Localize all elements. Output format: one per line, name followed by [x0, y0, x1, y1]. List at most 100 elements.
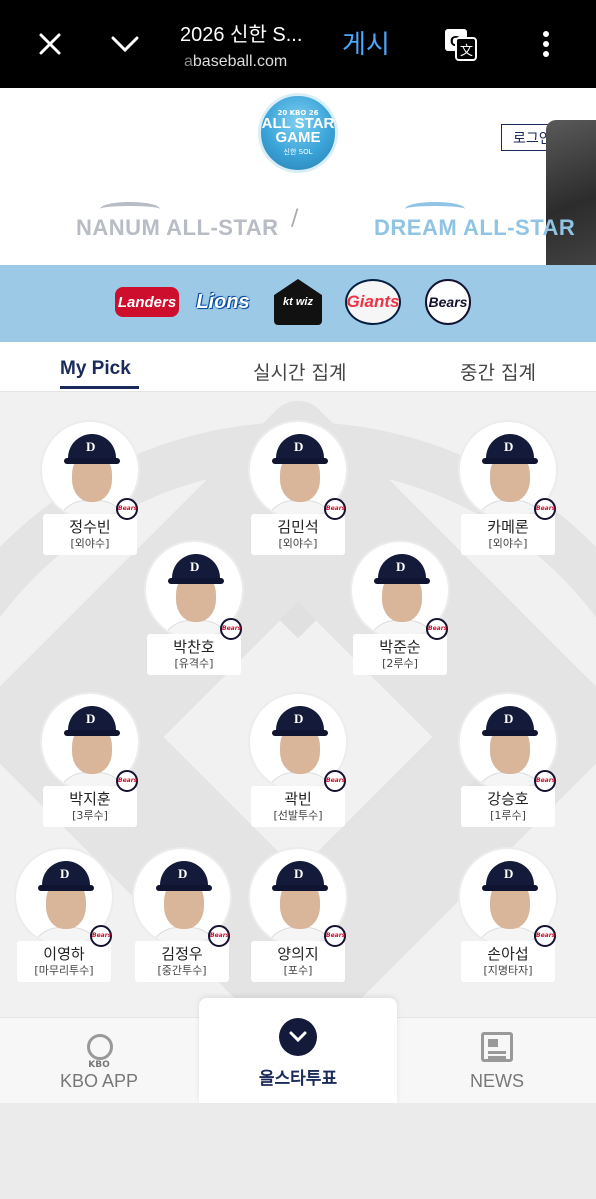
- player-position: [2루수]: [382, 657, 418, 670]
- team-badge-icon: Bears: [116, 498, 138, 520]
- team-logo-ssg[interactable]: Landers: [115, 287, 179, 317]
- cap-brim: [482, 458, 538, 464]
- tab-my-pick[interactable]: My Pick: [60, 358, 131, 380]
- player-position: [외야수]: [278, 537, 318, 550]
- player-position: [1루수]: [490, 809, 526, 822]
- kbo-logo-icon: [87, 1034, 113, 1060]
- player-namecard: 양의지 [포수]: [251, 941, 345, 982]
- translate-icon[interactable]: G文: [442, 26, 478, 62]
- player-position: [지명타자]: [483, 964, 533, 977]
- player-name: 정수빈: [69, 518, 111, 536]
- player-namecard: 김정우 [중간투수]: [135, 941, 229, 982]
- player-card[interactable]: Bears카메론[외야수]: [456, 420, 560, 555]
- player-namecard: 박찬호 [유격수]: [147, 634, 241, 675]
- dream-swoosh-icon: [405, 202, 465, 216]
- player-name: 곽빈: [284, 790, 312, 808]
- player-namecard: 손아섭 [지명타자]: [461, 941, 555, 982]
- page-bottom-area: [0, 1103, 596, 1199]
- team-logo-strip: Landers Lions kt wiz Giants Bears: [0, 265, 596, 342]
- player-card[interactable]: Bears박지훈[3루수]: [38, 692, 142, 827]
- team-badge-icon: Bears: [534, 498, 556, 520]
- newspaper-icon: [481, 1032, 513, 1062]
- player-namecard: 정수빈 [외야수]: [43, 514, 137, 555]
- player-namecard: 곽빈 [선발투수]: [251, 786, 345, 827]
- player-namecard: 강승호 [1루수]: [461, 786, 555, 827]
- post-action-button[interactable]: 게시: [342, 24, 390, 61]
- player-card[interactable]: Bears김민석[외야수]: [246, 420, 350, 555]
- nav-allstar-vote[interactable]: 올스타투표: [199, 998, 397, 1104]
- page-title: 2026 신한 S...: [180, 24, 303, 46]
- player-card[interactable]: Bears손아섭[지명타자]: [456, 847, 560, 982]
- nanum-allstar-label[interactable]: NANUM ALL-STAR: [76, 215, 279, 241]
- player-position: [마무리투수]: [34, 964, 94, 977]
- player-card[interactable]: Bears이영하[마무리투수]: [12, 847, 116, 982]
- team-badge-icon: Bears: [90, 925, 112, 947]
- player-position: [유격수]: [174, 657, 214, 670]
- allstar-header: 20 KBO 26 ALL STAR GAME 신한 SOL 로그인 NANUM…: [0, 88, 596, 265]
- team-badge-icon: Bears: [324, 498, 346, 520]
- player-position: [포수]: [283, 964, 313, 977]
- cap-brim: [374, 578, 430, 584]
- team-logo-giants[interactable]: Giants: [345, 279, 401, 325]
- svg-text:文: 文: [460, 43, 473, 58]
- team-logo-kt[interactable]: kt wiz: [274, 279, 322, 325]
- player-name: 카메론: [487, 518, 529, 536]
- player-card[interactable]: Bears정수빈[외야수]: [38, 420, 142, 555]
- cap-brim: [482, 730, 538, 736]
- cap-brim: [156, 885, 212, 891]
- player-card[interactable]: Bears강승호[1루수]: [456, 692, 560, 827]
- player-namecard: 카메론 [외야수]: [461, 514, 555, 555]
- player-name: 양의지: [277, 945, 319, 963]
- page-url: abaseball.com: [184, 53, 288, 70]
- player-position: [중간투수]: [157, 964, 207, 977]
- tab-live-count[interactable]: 실시간 집계: [253, 358, 346, 385]
- cap-brim: [64, 730, 120, 736]
- cap-brim: [272, 458, 328, 464]
- team-badge-icon: Bears: [324, 770, 346, 792]
- cap-brim: [482, 885, 538, 891]
- team-badge-icon: Bears: [116, 770, 138, 792]
- player-position: [3루수]: [72, 809, 108, 822]
- cap-brim: [168, 578, 224, 584]
- team-badge-icon: Bears: [534, 925, 556, 947]
- player-card[interactable]: Bears양의지[포수]: [246, 847, 350, 982]
- nav-kbo-app[interactable]: KBO KBO APP: [0, 1018, 198, 1104]
- player-position: [외야수]: [70, 537, 110, 550]
- player-card[interactable]: Bears김정우[중간투수]: [130, 847, 234, 982]
- player-namecard: 박지훈 [3루수]: [43, 786, 137, 827]
- cap-brim: [272, 885, 328, 891]
- chevron-down-icon[interactable]: [107, 26, 143, 62]
- lineup-field: Bears정수빈[외야수]Bears김민석[외야수]Bears카메론[외야수]B…: [0, 392, 596, 1017]
- team-logo-bears[interactable]: Bears: [425, 279, 471, 325]
- player-name: 김정우: [161, 945, 203, 963]
- nav-news[interactable]: NEWS: [398, 1018, 596, 1104]
- player-card[interactable]: Bears박찬호[유격수]: [142, 540, 246, 675]
- player-name: 박지훈: [69, 790, 111, 808]
- floating-video-thumbnail[interactable]: [546, 120, 596, 265]
- team-badge-icon: Bears: [220, 618, 242, 640]
- browser-toolbar: 2026 신한 S... abaseball.com 게시 G文: [0, 0, 596, 88]
- player-name: 김민석: [277, 518, 319, 536]
- player-name: 박준순: [379, 638, 421, 656]
- team-badge-icon: Bears: [208, 925, 230, 947]
- active-tab-indicator: [60, 386, 139, 389]
- player-name: 손아섭: [487, 945, 529, 963]
- more-vert-icon[interactable]: [528, 26, 564, 62]
- team-badge-icon: Bears: [324, 925, 346, 947]
- player-name: 강승호: [487, 790, 529, 808]
- player-namecard: 김민석 [외야수]: [251, 514, 345, 555]
- chevron-down-icon: [279, 1018, 317, 1056]
- tab-interim-count[interactable]: 중간 집계: [460, 358, 536, 385]
- dream-allstar-label[interactable]: DREAM ALL-STAR: [374, 215, 575, 241]
- nanum-swoosh-icon: [100, 202, 160, 216]
- player-card[interactable]: Bears곽빈[선발투수]: [246, 692, 350, 827]
- player-position: [외야수]: [488, 537, 528, 550]
- close-icon[interactable]: [32, 26, 68, 62]
- player-namecard: 박준순 [2루수]: [353, 634, 447, 675]
- team-logo-lions[interactable]: Lions: [195, 279, 251, 325]
- player-card[interactable]: Bears박준순[2루수]: [348, 540, 452, 675]
- player-name: 이영하: [43, 945, 85, 963]
- player-namecard: 이영하 [마무리투수]: [17, 941, 111, 982]
- league-divider: /: [291, 206, 299, 231]
- allstar-logo[interactable]: 20 KBO 26 ALL STAR GAME 신한 SOL: [258, 93, 338, 173]
